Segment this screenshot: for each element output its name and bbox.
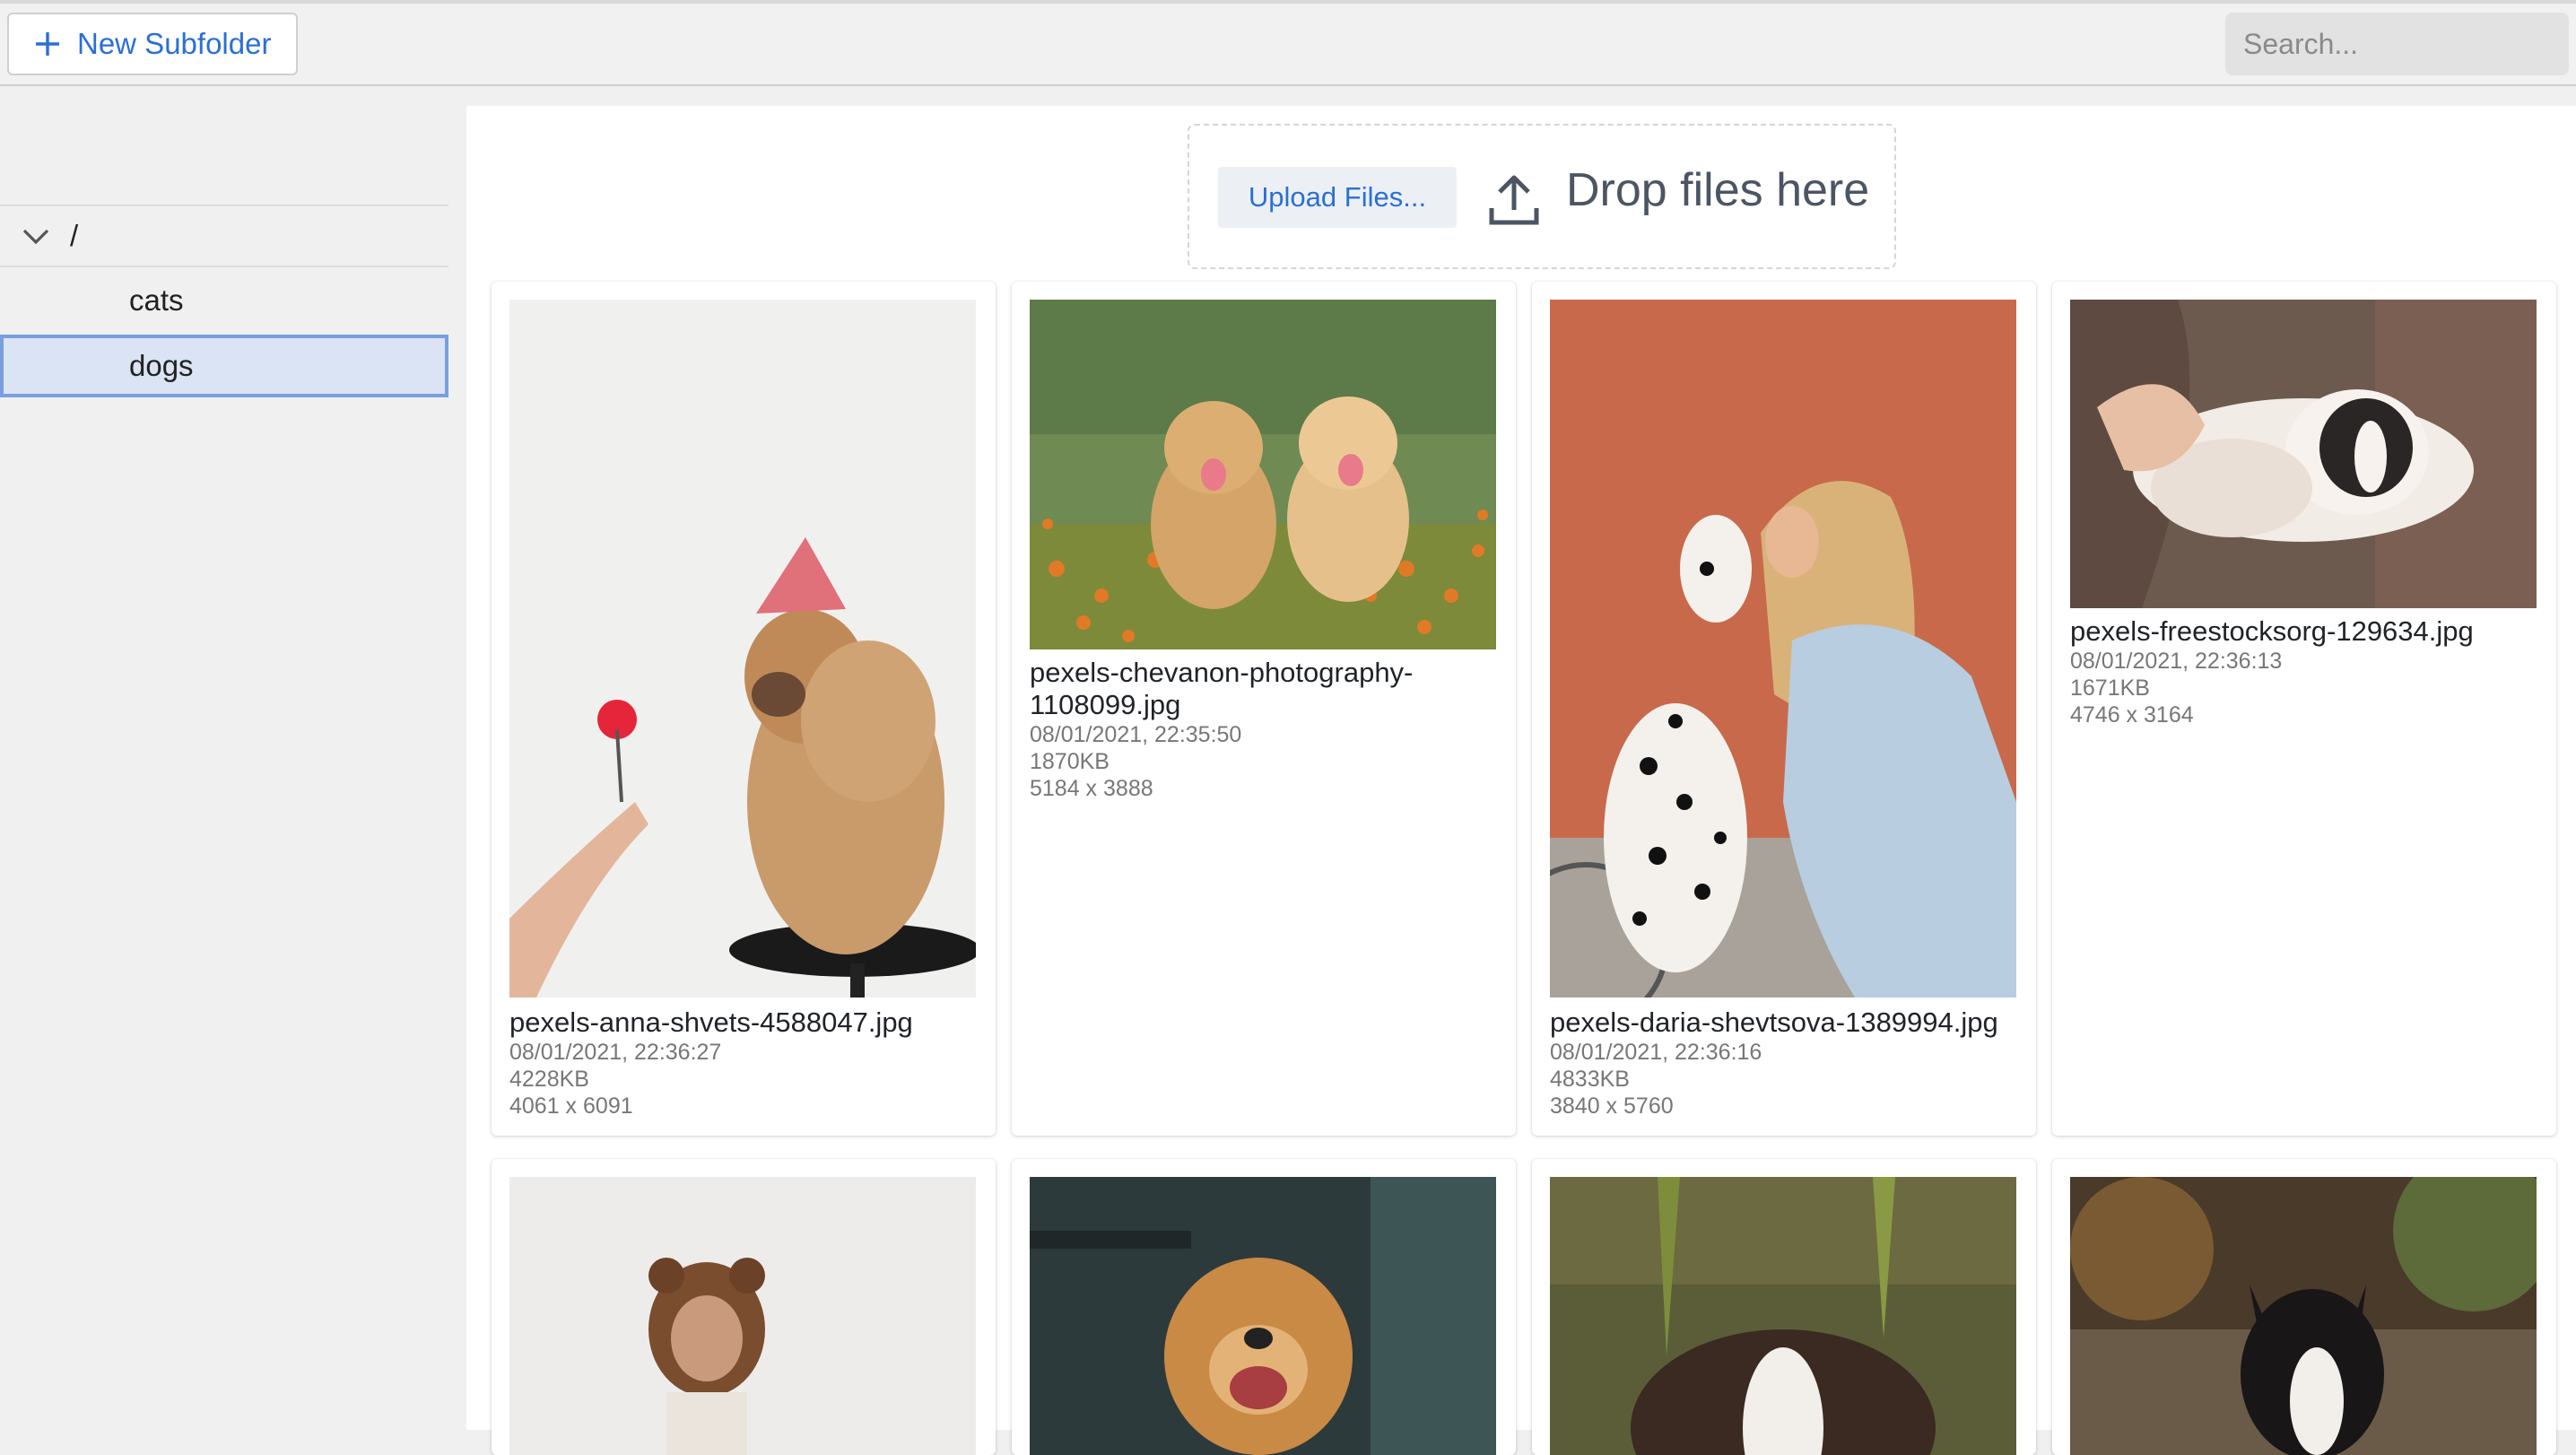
file-card[interactable]: pexels-chevanon-photography-1108099.jpg … [1012,282,1516,1136]
file-thumbnail[interactable] [1550,1177,2016,1455]
drop-files-text: Drop files here [1566,164,1870,216]
toolbar: New Subfolder [0,0,2576,86]
file-name: pexels-chevanon-photography-1108099.jpg [1030,657,1414,720]
new-subfolder-label: New Subfolder [77,27,272,60]
file-thumbnail[interactable] [1550,300,2016,998]
chevron-down-icon[interactable] [22,226,50,246]
file-dimensions: 5184 x 3888 [1030,776,1153,801]
file-size: 4833KB [1550,1067,1630,1092]
file-card[interactable]: pexels-anna-shvets-4588047.jpg 08/01/202… [492,282,996,1136]
sidebar-item-label: cats [129,283,184,317]
folder-sidebar: / cats dogs [0,86,466,1430]
file-thumbnail[interactable] [1030,1177,1496,1455]
file-name: pexels-daria-shevtsova-1389994.jpg [1550,1006,1998,1038]
file-thumbnail[interactable] [2070,300,2537,608]
file-card[interactable]: pexels-freestocksorg-129634.jpg 08/01/20… [2052,282,2556,1136]
search-input[interactable] [2225,13,2569,75]
sidebar-item-cats[interactable]: cats [0,271,448,334]
file-size: 1870KB [1030,749,1110,774]
file-size: 4228KB [509,1067,589,1092]
file-name: pexels-anna-shvets-4588047.jpg [509,1006,913,1038]
drop-zone[interactable]: Upload Files... Drop files here [1188,124,1896,269]
plus-icon [36,32,59,56]
file-browser-main: Upload Files... Drop files here pexels-a… [466,106,2576,1455]
tree-root-label: / [70,219,79,252]
file-card[interactable] [2052,1159,2556,1455]
file-card[interactable] [492,1159,996,1455]
file-date: 08/01/2021, 22:35:50 [1030,722,1242,747]
file-date: 08/01/2021, 22:36:13 [2070,649,2283,674]
file-card[interactable] [1532,1159,2036,1455]
upload-files-button[interactable]: Upload Files... [1218,167,1457,228]
file-date: 08/01/2021, 22:36:27 [509,1040,722,1065]
file-card[interactable]: pexels-daria-shevtsova-1389994.jpg 08/01… [1532,282,2036,1136]
tree-root-folder[interactable]: / [0,205,448,267]
upload-icon [1489,175,1539,225]
file-name: pexels-freestocksorg-129634.jpg [2070,615,2474,647]
file-thumbnail[interactable] [1030,300,1496,649]
new-subfolder-button[interactable]: New Subfolder [7,13,298,75]
file-thumbnail[interactable] [2070,1177,2537,1455]
file-dimensions: 3840 x 5760 [1550,1093,1674,1119]
file-thumbnail[interactable] [509,300,976,998]
sidebar-item-label: dogs [129,349,194,382]
file-dimensions: 4746 x 3164 [2070,702,2194,728]
file-date: 08/01/2021, 22:36:16 [1550,1040,1762,1065]
file-size: 1671KB [2070,675,2150,701]
file-dimensions: 4061 x 6091 [509,1093,633,1119]
file-card[interactable] [1012,1159,1516,1455]
sidebar-item-dogs[interactable]: dogs [0,335,448,397]
file-thumbnail[interactable] [509,1177,976,1455]
